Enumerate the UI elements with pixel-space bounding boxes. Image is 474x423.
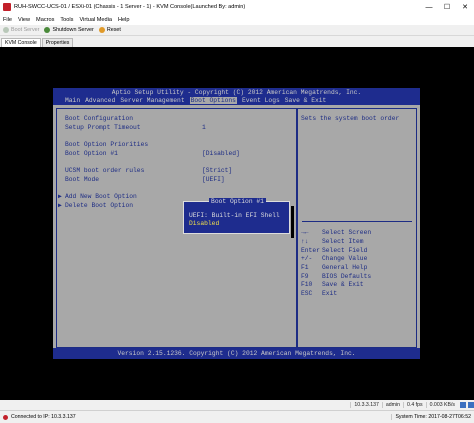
menu-view[interactable]: View xyxy=(18,17,30,23)
key-enter-action: Select Field xyxy=(322,247,368,254)
key-f9: F9 xyxy=(301,273,309,280)
system-time: System Time: 2017-08-27T06:52 xyxy=(391,414,474,420)
setup-prompt-timeout-label[interactable]: Setup Prompt Timeout xyxy=(65,124,141,131)
popup-option-uefi-shell[interactable]: UEFI: Built-in EFI Shell xyxy=(189,212,280,219)
key-select-screen: →← xyxy=(301,229,309,236)
bios-version-text: Version 2.15.1236. Copyright (C) 2012 Am… xyxy=(117,350,356,357)
help-text: Sets the system boot order xyxy=(301,115,400,122)
key-f1: F1 xyxy=(301,264,309,271)
add-new-boot-option-item[interactable]: Add New Boot Option xyxy=(65,193,137,200)
boot-option-1-value[interactable]: [Disabled] xyxy=(202,150,240,157)
bios-nav: Main Advanced Server Management Boot Opt… xyxy=(65,97,331,104)
popup-title: Boot Option #1 xyxy=(184,198,291,205)
status-bar: 10.3.3.137 admin 0.4 fps 0.003 KB/s xyxy=(0,400,474,410)
bios-help-pane: Sets the system boot order →← Select Scr… xyxy=(297,108,417,348)
connection-info: Connected to IP: 10.3.3.137 xyxy=(0,414,76,420)
status-ip: 10.3.3.137 xyxy=(350,402,382,408)
bios-tab-main[interactable]: Main xyxy=(65,97,80,104)
tab-kvm-console[interactable]: KVM Console xyxy=(1,38,41,47)
key-esc: ESC xyxy=(301,290,313,297)
boot-configuration-heading: Boot Configuration xyxy=(65,115,134,122)
power-off-icon xyxy=(44,27,51,33)
shutdown-server-button[interactable]: Shutdown Server xyxy=(44,27,94,33)
key-f9-action: BIOS Defaults xyxy=(322,273,372,280)
bios-tab-boot-options[interactable]: Boot Options xyxy=(189,97,237,104)
popup-shadow xyxy=(291,206,294,238)
status-user: admin xyxy=(381,402,403,408)
key-enter: Enter xyxy=(301,247,320,254)
boot-option-popup[interactable]: Boot Option #1 UEFI: Built-in EFI Shell … xyxy=(183,198,294,238)
menu-tools[interactable]: Tools xyxy=(60,17,73,23)
key-esc-action: Exit xyxy=(322,290,338,297)
maximize-button[interactable]: ☐ xyxy=(438,0,456,14)
key-plus-minus-action: Change Value xyxy=(322,255,368,262)
app-icon xyxy=(3,3,11,11)
close-button[interactable]: ✕ xyxy=(456,0,474,14)
tab-properties[interactable]: Properties xyxy=(41,38,74,47)
reset-icon xyxy=(98,27,105,33)
menu-macros[interactable]: Macros xyxy=(36,17,54,23)
keyboard-lock-icon xyxy=(460,402,466,408)
bios-header: Aptio Setup Utility - Copyright (C) 2012… xyxy=(53,88,420,105)
shutdown-server-label: Shutdown Server xyxy=(52,27,94,33)
bios-tab-save-exit[interactable]: Save & Exit xyxy=(285,97,327,104)
connection-status-icon xyxy=(3,414,8,420)
boot-option-priorities-heading: Boot Option Priorities xyxy=(65,141,149,148)
minimize-button[interactable]: — xyxy=(420,0,438,14)
boot-server-button[interactable]: Boot Server xyxy=(3,27,39,33)
bios-tab-server-management[interactable]: Server Management xyxy=(120,97,184,104)
delete-boot-option-item[interactable]: Delete Boot Option xyxy=(65,202,133,209)
boot-server-label: Boot Server xyxy=(11,27,40,33)
window-title-bar: RUH-SWCC-UCS-01 / ESXi-01 (Chassis - 1 S… xyxy=(0,0,474,14)
menu-file[interactable]: File xyxy=(3,17,12,23)
bios-tab-advanced[interactable]: Advanced xyxy=(85,97,115,104)
ucsm-boot-order-rules-label[interactable]: UCSM boot order rules xyxy=(65,167,144,174)
toolbar: Boot Server Shutdown Server Reset xyxy=(0,25,474,36)
connection-text: Connected to IP: 10.3.3.137 xyxy=(11,414,76,420)
tab-strip: KVM Console Properties xyxy=(0,37,474,47)
connection-bar: Connected to IP: 10.3.3.137 System Time:… xyxy=(0,410,474,423)
boot-mode-label[interactable]: Boot Mode xyxy=(65,176,99,183)
popup-option-disabled[interactable]: Disabled xyxy=(189,220,219,227)
reset-label: Reset xyxy=(106,27,121,33)
menu-bar: File View Macros Tools Virtual Media Hel… xyxy=(0,14,474,25)
boot-mode-value[interactable]: [UEFI] xyxy=(202,176,225,183)
key-f10-action: Save & Exit xyxy=(322,281,364,288)
key-select-item: ↑↓ xyxy=(301,238,309,245)
boot-option-1-label[interactable]: Boot Option #1 xyxy=(65,150,118,157)
window-title: RUH-SWCC-UCS-01 / ESXi-01 (Chassis - 1 S… xyxy=(14,4,246,10)
window-controls: — ☐ ✕ xyxy=(420,0,474,14)
key-select-item-action: Select Item xyxy=(322,238,364,245)
network-icon xyxy=(468,402,474,408)
menu-virtual-media[interactable]: Virtual Media xyxy=(79,17,112,23)
power-on-icon xyxy=(3,27,9,33)
key-plus-minus: +/- xyxy=(301,255,313,262)
key-select-screen-action: Select Screen xyxy=(322,229,372,236)
bios-header-title: Aptio Setup Utility - Copyright (C) 2012… xyxy=(111,89,362,96)
key-f1-action: General Help xyxy=(322,264,368,271)
setup-prompt-timeout-value[interactable]: 1 xyxy=(202,124,206,131)
help-divider xyxy=(302,221,412,222)
ucsm-boot-order-rules-value[interactable]: [Strict] xyxy=(202,167,232,174)
reset-button[interactable]: Reset xyxy=(98,27,121,33)
submenu-arrow-icon: ▶ xyxy=(58,202,62,209)
menu-help[interactable]: Help xyxy=(118,17,130,23)
bios-footer: Version 2.15.1236. Copyright (C) 2012 Am… xyxy=(53,348,420,359)
key-f10: F10 xyxy=(301,281,313,288)
popup-title-text: Boot Option #1 xyxy=(209,198,266,205)
submenu-arrow-icon: ▶ xyxy=(58,193,62,200)
status-fps: 0.4 fps xyxy=(403,402,426,408)
bios-tab-event-logs[interactable]: Event Logs xyxy=(242,97,280,104)
status-throughput: 0.003 KB/s xyxy=(425,402,458,408)
